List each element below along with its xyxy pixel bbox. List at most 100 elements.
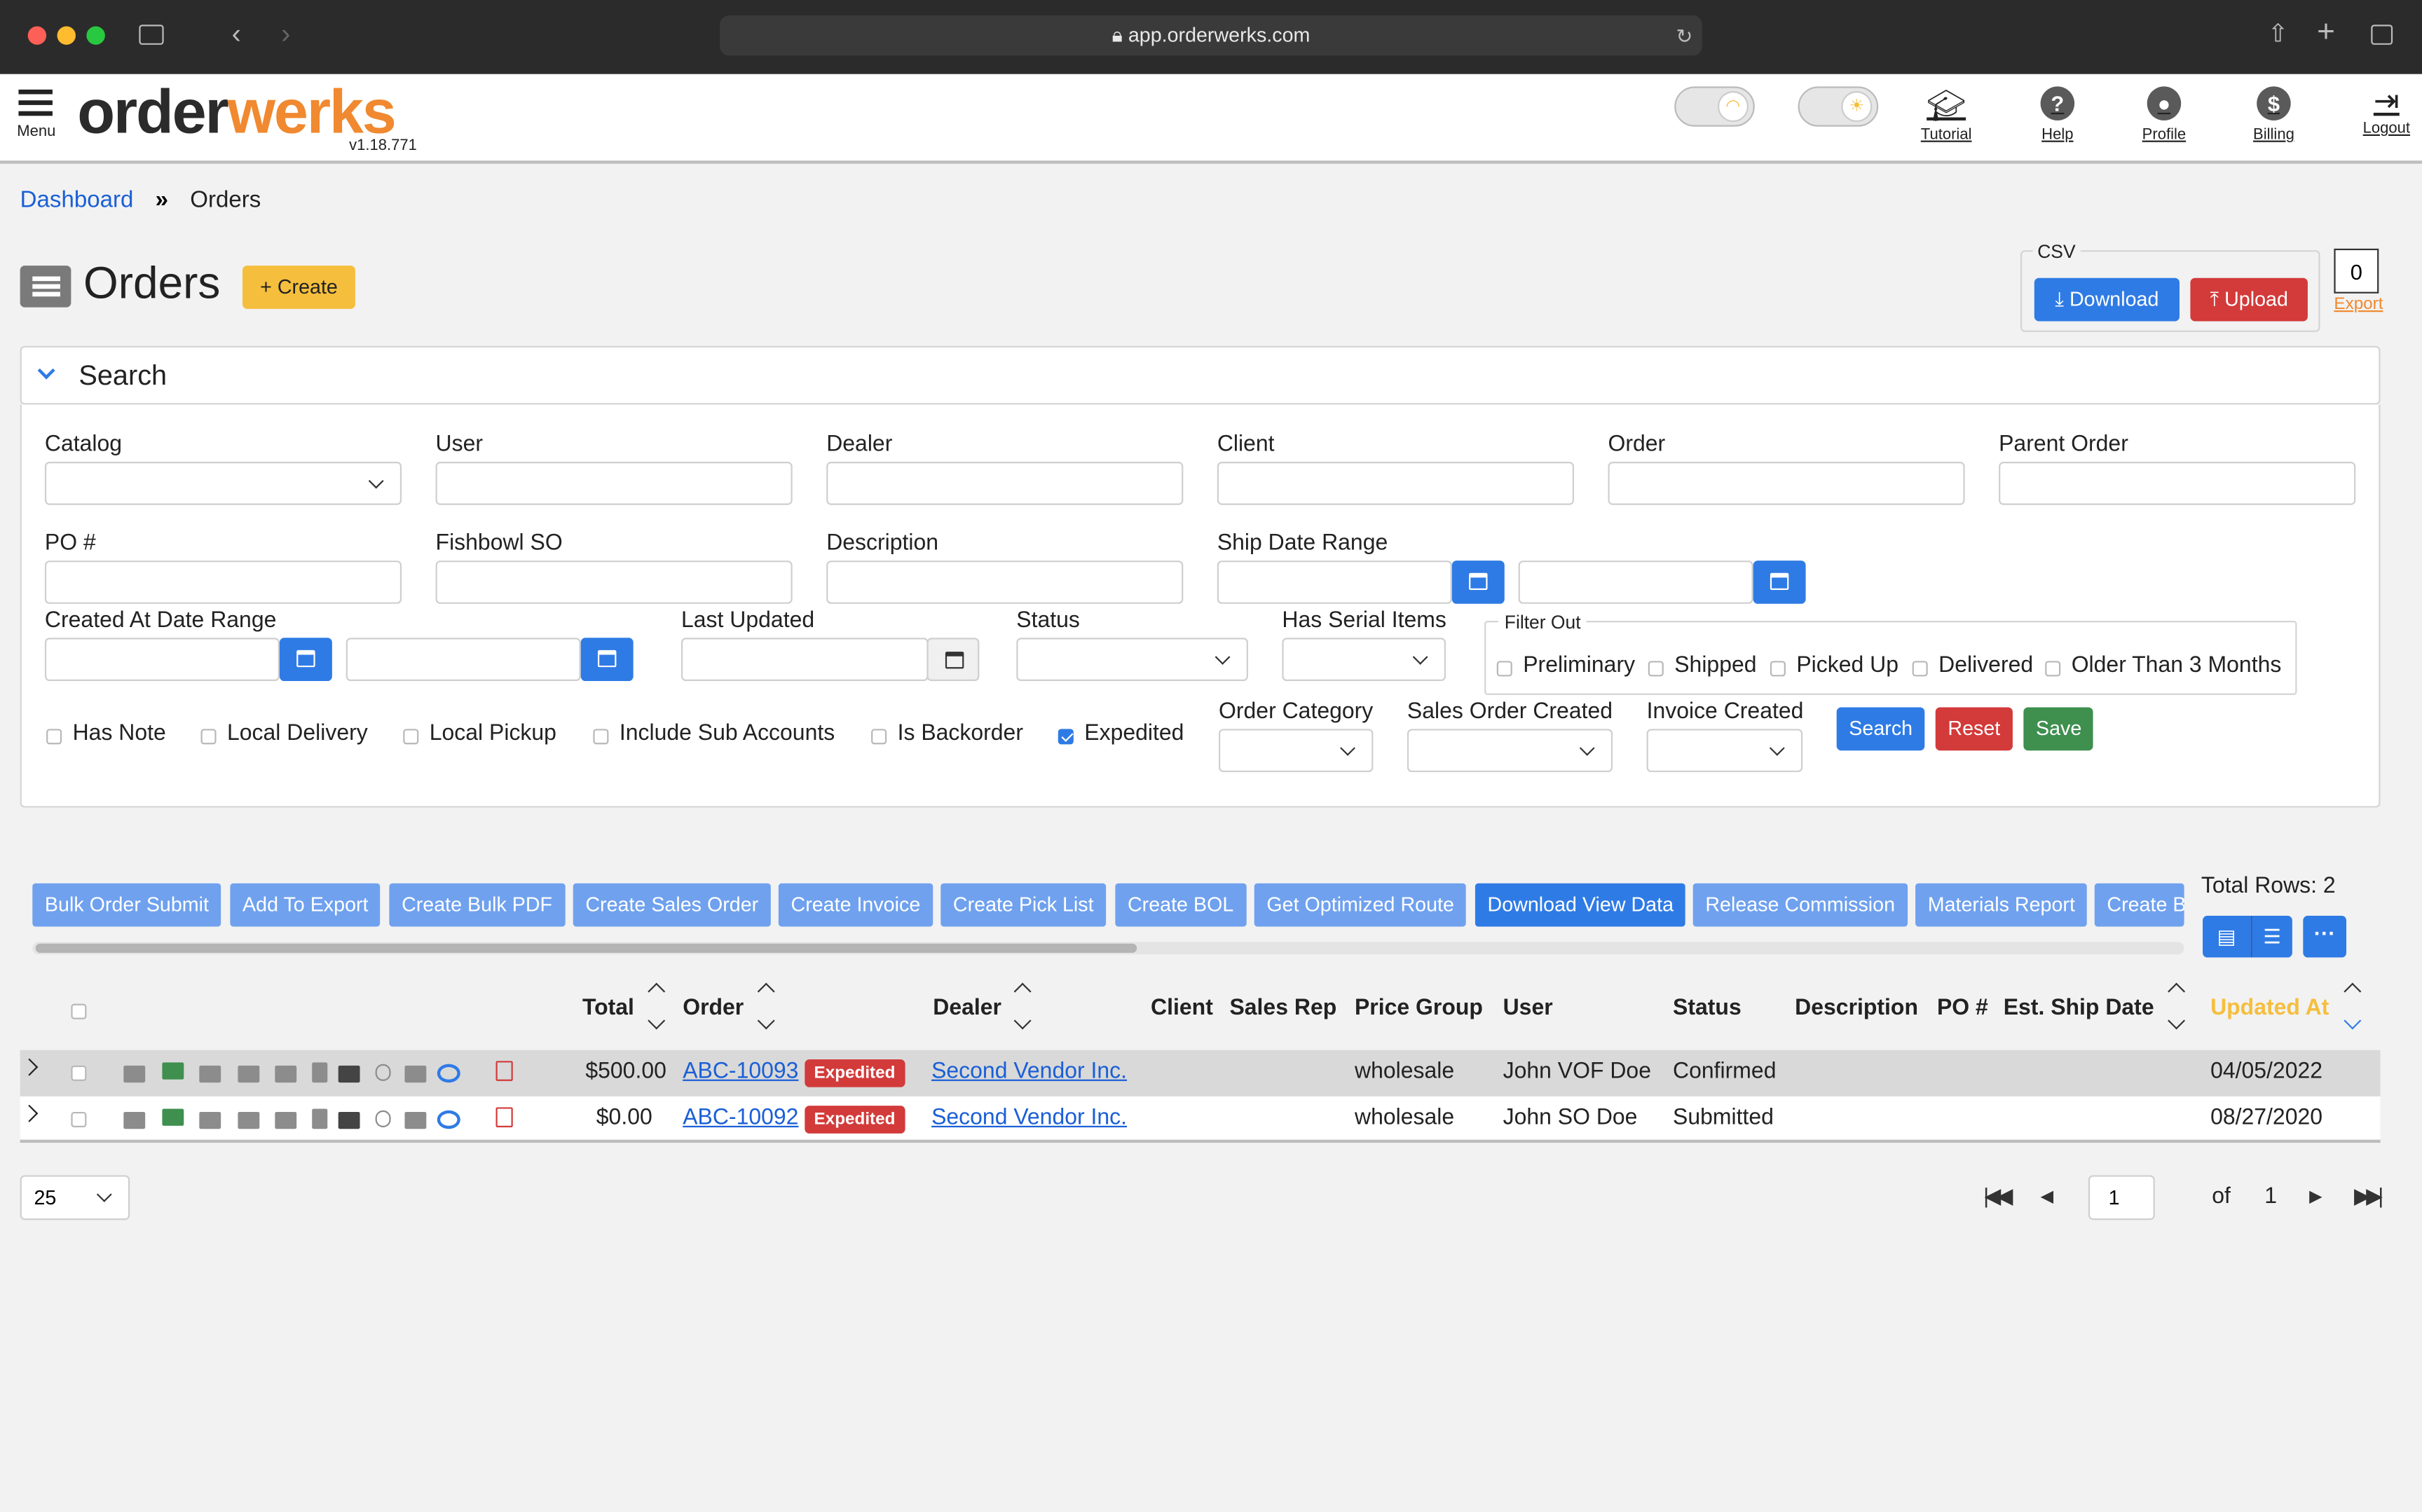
attachment-icon[interactable] [375,1110,391,1127]
barcode-icon[interactable] [338,1065,360,1083]
row-select-checkbox[interactable] [71,1111,87,1127]
reload-icon[interactable]: ↻ [1676,25,1692,49]
description-input[interactable] [826,561,1184,604]
trash-icon[interactable] [495,1061,513,1081]
last-updated-input[interactable] [681,638,929,682]
edit-icon[interactable] [123,1111,146,1129]
nav-billing[interactable]: $ Billing [2227,86,2320,144]
more-options-icon[interactable]: ··· [2303,916,2347,958]
download-view-data-button[interactable]: Download View Data [1475,883,1686,927]
order-category-select[interactable] [1219,729,1374,773]
view-icon[interactable] [437,1110,460,1129]
client-input[interactable] [1217,462,1574,505]
create-b-button[interactable]: Create B [2094,883,2184,927]
notes-icon[interactable] [275,1111,297,1129]
nav-logout[interactable]: ⇥ Logout [2340,83,2422,137]
sort-desc-icon[interactable] [757,1012,775,1030]
minimize-window-icon[interactable] [57,26,76,45]
sort-desc-icon[interactable] [1013,1012,1032,1030]
created-from-input[interactable] [44,638,280,682]
nav-profile[interactable]: ● Profile [2118,86,2210,144]
local-pickup-checkbox[interactable] [403,729,419,745]
sort-desc-icon[interactable] [648,1012,666,1030]
expedited-checkbox[interactable] [1058,729,1074,745]
row-order-link[interactable]: ABC-10093 [683,1059,798,1084]
sort-asc-icon[interactable] [1013,982,1032,1001]
sidebar-toggle-icon[interactable] [139,25,164,45]
is-backorder-checkbox[interactable] [871,729,887,745]
sort-asc-icon[interactable] [2344,982,2362,1001]
has-note-checkbox[interactable] [46,729,62,745]
sort-asc-icon[interactable] [648,982,666,1001]
back-icon[interactable]: ‹ [232,18,241,50]
ship-date-to-calendar-button[interactable] [1753,561,1806,604]
sort-asc-icon[interactable] [2168,982,2186,1001]
previous-page-icon[interactable]: ◀ [2041,1186,2054,1206]
last-page-icon[interactable]: ▶▶| [2354,1183,2383,1209]
new-tab-icon[interactable]: + [2317,15,2335,51]
row-select-checkbox[interactable] [71,1065,87,1081]
attachment-icon[interactable] [375,1064,391,1081]
create-bol-button[interactable]: Create BOL [1115,883,1246,927]
address-bar[interactable]: 🔒︎ app.orderwerks.com [720,15,1702,56]
document-icon[interactable] [312,1108,328,1129]
nav-tutorial[interactable]: 🎓︎ Tutorial [1900,86,1992,144]
select-all-checkbox[interactable] [71,1003,87,1019]
create-bulk-pdf-button[interactable]: Create Bulk PDF [389,883,565,927]
include-sub-accounts-checkbox[interactable] [593,729,609,745]
row-order-link[interactable]: ABC-10092 [683,1106,798,1130]
catalog-select[interactable] [44,462,402,505]
ship-date-to-input[interactable] [1518,561,1753,604]
save-button[interactable]: Save [2023,707,2093,751]
connectivity-toggle[interactable]: ◠ [1674,86,1755,127]
reset-button[interactable]: Reset [1935,707,2013,751]
search-button[interactable]: Search [1836,707,1925,751]
user-input[interactable] [435,462,793,505]
col-price-group[interactable]: Price Group [1355,996,1483,1021]
col-sales-rep[interactable]: Sales Rep [1229,996,1336,1021]
next-page-icon[interactable]: ▶ [2309,1186,2322,1206]
col-est-ship-date[interactable]: Est. Ship Date [2004,996,2154,1021]
bulk-order-submit-button[interactable]: Bulk Order Submit [32,883,221,927]
edit-icon[interactable] [123,1065,146,1083]
note-icon[interactable] [404,1111,427,1129]
csv-download-button[interactable]: ⤓ Download [2034,277,2180,322]
search-accordion-header[interactable]: Search [20,345,2381,405]
group-icon[interactable] [199,1111,221,1129]
breadcrumb-dashboard[interactable]: Dashboard [20,187,134,213]
sort-desc-active-icon[interactable] [2344,1012,2362,1030]
list-details-icon[interactable] [238,1065,260,1083]
table-row[interactable] [20,1050,2381,1097]
sort-desc-icon[interactable] [2168,1012,2186,1030]
col-po[interactable]: PO # [1937,996,1988,1021]
page-number-input[interactable]: 1 [2088,1175,2155,1221]
po-input[interactable] [44,561,402,604]
status-select[interactable] [1016,638,1248,682]
first-page-icon[interactable]: |◀◀ [1983,1183,2013,1209]
menu-button[interactable] [18,89,53,116]
create-sales-order-button[interactable]: Create Sales Order [573,883,771,927]
sort-asc-icon[interactable] [757,982,775,1001]
nav-help[interactable]: ? Help [2011,86,2104,144]
release-commission-button[interactable]: Release Commission [1692,883,1908,927]
trash-icon[interactable] [495,1107,513,1127]
zoom-window-icon[interactable] [86,26,105,45]
get-optimized-route-button[interactable]: Get Optimized Route [1254,883,1467,927]
col-user[interactable]: User [1503,996,1553,1021]
col-total[interactable]: Total [582,996,634,1021]
submit-icon[interactable] [162,1108,184,1126]
per-page-select[interactable]: 25 [20,1175,130,1221]
filter-shipped-checkbox[interactable] [1648,661,1664,677]
tab-overview-icon[interactable] [2371,25,2393,45]
created-to-calendar-button[interactable] [580,638,634,682]
order-input[interactable] [1608,462,1965,505]
table-row[interactable] [20,1096,2381,1143]
close-window-icon[interactable] [27,26,47,45]
export-link[interactable]: Export [2334,295,2383,313]
csv-upload-button[interactable]: ⤒ Upload [2190,277,2308,322]
notes-icon[interactable] [275,1065,297,1083]
horizontal-scrollbar-thumb[interactable] [35,943,1137,953]
create-pick-list-button[interactable]: Create Pick List [940,883,1107,927]
list-view-icon[interactable]: ☰ [2250,916,2292,958]
group-icon[interactable] [199,1065,221,1083]
